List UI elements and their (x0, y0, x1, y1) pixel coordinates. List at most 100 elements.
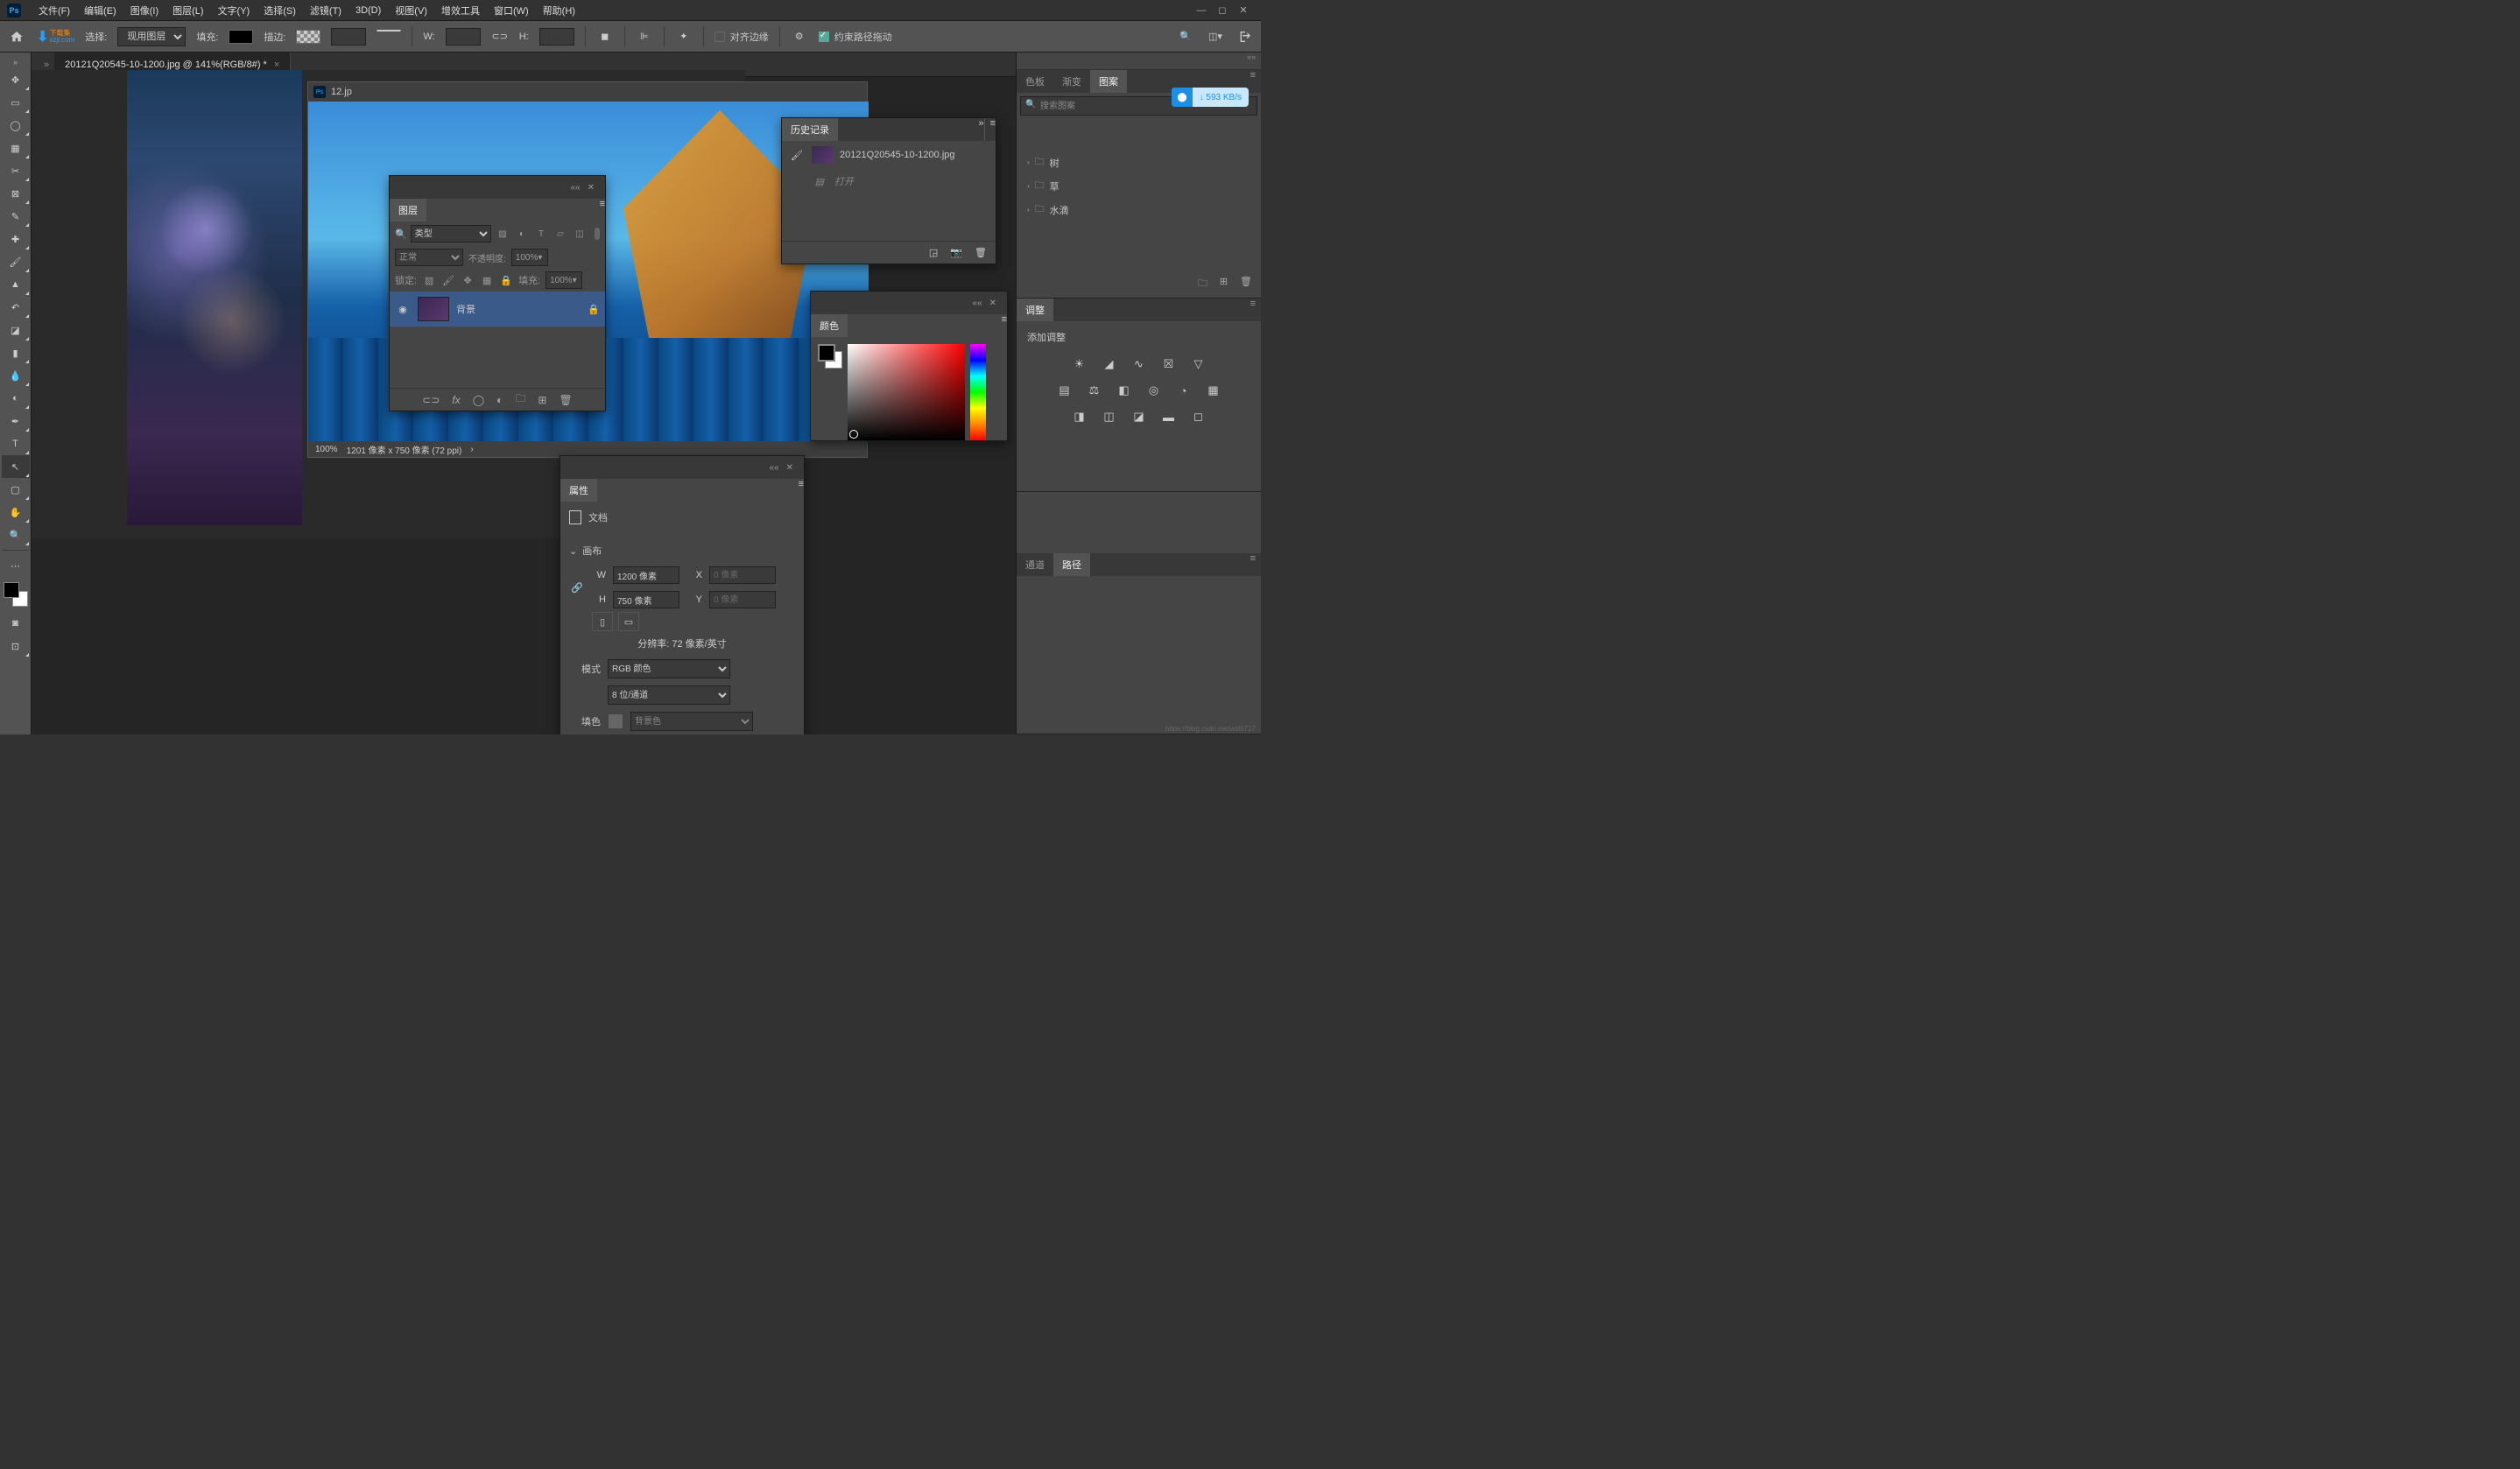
panel-menu-icon[interactable]: ≡ (799, 479, 804, 502)
layer-name[interactable]: 背景 (456, 302, 475, 316)
lock-all-icon[interactable]: 🔒 (499, 275, 513, 286)
invert-icon[interactable]: ◨ (1071, 409, 1088, 425)
swatches-tab[interactable]: 色板 (1017, 70, 1053, 93)
type-tool[interactable]: T (2, 432, 30, 455)
tree-folder[interactable]: ›🗀树 (1017, 151, 1261, 174)
workspace-icon[interactable]: ◫▾ (1207, 28, 1224, 46)
patterns-tab[interactable]: 图案 (1090, 70, 1127, 93)
canvas-y-field[interactable] (709, 591, 776, 608)
color-lookup-icon[interactable]: ▦ (1205, 383, 1222, 398)
stroke-style[interactable] (377, 30, 401, 44)
color-mode-dropdown[interactable]: RGB 颜色 (608, 659, 730, 678)
path-op-icon[interactable]: ◼ (596, 28, 614, 46)
snapshot-icon[interactable]: 📷 (950, 247, 962, 258)
fill-dropdown[interactable]: 背景色 (630, 712, 753, 731)
filter-pixel-icon[interactable]: ▨ (495, 226, 510, 242)
new-group-icon[interactable]: 🗀 (1198, 276, 1207, 292)
doc2-zoom[interactable]: 100% (315, 445, 338, 454)
share-icon[interactable] (1236, 28, 1254, 46)
stroke-width-field[interactable] (331, 28, 366, 46)
menu-view[interactable]: 视图(V) (388, 4, 434, 18)
layer-fill-field[interactable]: 100%▾ (546, 271, 582, 289)
menu-3d[interactable]: 3D(D) (348, 5, 388, 16)
properties-panel[interactable]: ««✕ 属性≡ 文档 ⌄画布 🔗 WX HY ▯▭ 分辨率: 72 像 (560, 455, 805, 734)
link-layers-icon[interactable]: ⊂⊃ (422, 394, 440, 406)
shape-tool[interactable]: ▢ (2, 478, 30, 501)
layer-filter-dropdown[interactable]: 类型 (411, 225, 491, 242)
lock-paint-icon[interactable]: 🖌 (441, 275, 455, 286)
brush-tool[interactable]: 🖌 (2, 250, 30, 273)
history-snapshot[interactable]: 🖌 20121Q20545-10-1200.jpg (782, 141, 996, 169)
paths-tab[interactable]: 路径 (1053, 553, 1090, 576)
color-panel-head[interactable]: ««✕ (811, 292, 1007, 314)
layers-panel[interactable]: «« ✕ 图层≡ 🔍 类型 ▨ ◐ T ▱ ◫ 正常 不透明度: 100%▾ 锁… (389, 175, 606, 411)
levels-icon[interactable]: ◢ (1101, 356, 1118, 372)
opacity-field[interactable]: 100%▾ (511, 249, 548, 266)
brightness-icon[interactable]: ☀ (1071, 356, 1088, 372)
collapse-icon[interactable]: «« (968, 299, 985, 308)
vibrance-icon[interactable]: ▽ (1190, 356, 1207, 372)
menu-help[interactable]: 帮助(H) (536, 4, 582, 18)
gradient-map-icon[interactable]: ▬ (1160, 409, 1178, 425)
arrange-icon[interactable]: ✦ (675, 28, 693, 46)
layer-lock-icon[interactable]: 🔒 (588, 304, 600, 315)
menu-window[interactable]: 窗口(W) (487, 4, 536, 18)
menu-layer[interactable]: 图层(L) (165, 4, 210, 18)
tab-close-icon[interactable]: × (274, 60, 279, 70)
group-icon[interactable]: 🗀 (515, 390, 525, 409)
fill-swatch[interactable] (608, 713, 623, 729)
new-pattern-icon[interactable]: ⊞ (1220, 276, 1228, 292)
eyedropper-tool[interactable]: ✎ (2, 205, 30, 228)
color-tab[interactable]: 颜色 (811, 314, 848, 337)
stamp-tool[interactable]: ▲ (2, 273, 30, 296)
menu-text[interactable]: 文字(Y) (211, 4, 257, 18)
lasso-tool[interactable]: ◯ (2, 114, 30, 137)
visibility-icon[interactable]: ◉ (395, 304, 411, 315)
threshold-icon[interactable]: ◪ (1130, 409, 1148, 425)
path-select-tool[interactable]: ↖ (2, 455, 30, 478)
toolbar-expand[interactable]: » (0, 56, 31, 68)
dodge-tool[interactable]: ◐ (2, 387, 30, 410)
adjustment-icon[interactable]: ◐ (496, 394, 503, 406)
color-balance-icon[interactable]: ⚖ (1086, 383, 1103, 398)
adjustments-tab[interactable]: 调整 (1017, 299, 1053, 321)
doc2-chevron-icon[interactable]: › (470, 445, 473, 454)
screenmode-tool[interactable]: ⊡ (2, 635, 30, 657)
filter-shape-icon[interactable]: ▱ (553, 226, 568, 242)
blend-mode-dropdown[interactable]: 正常 (395, 249, 463, 266)
curves-icon[interactable]: ∿ (1130, 356, 1148, 372)
canvas-width-field[interactable] (613, 566, 679, 584)
hand-tool[interactable]: ✋ (2, 501, 30, 524)
history-tab[interactable]: 历史记录 (782, 118, 838, 141)
layers-panel-head[interactable]: «« ✕ (390, 176, 605, 199)
collapse-icon[interactable]: «« (765, 463, 782, 473)
menu-plugins[interactable]: 增效工具 (434, 4, 487, 18)
history-state[interactable]: ▤ 打开 (782, 169, 996, 193)
constrain-checkbox[interactable]: 约束路径拖动 (819, 30, 892, 44)
history-brush-tool[interactable]: ↶ (2, 296, 30, 319)
panel-close-icon[interactable]: ✕ (584, 183, 598, 193)
saturation-value-picker[interactable] (848, 344, 965, 440)
move-tool[interactable]: ✥ (2, 68, 30, 91)
history-panel[interactable]: 历史记录»≡ 🖌 20121Q20545-10-1200.jpg ▤ 打开 ◲ … (781, 117, 996, 264)
bit-depth-dropdown[interactable]: 8 位/通道 (608, 685, 730, 705)
dock-collapse[interactable]: »» (1017, 53, 1261, 70)
w-field[interactable] (446, 28, 481, 46)
channels-tab[interactable]: 通道 (1017, 553, 1053, 576)
props-panel-head[interactable]: ««✕ (560, 456, 804, 479)
layers-tab[interactable]: 图层 (390, 199, 426, 221)
menu-filter[interactable]: 滤镜(T) (303, 4, 348, 18)
panel-close-icon[interactable]: ✕ (783, 463, 797, 473)
home-icon[interactable] (7, 27, 26, 46)
bw-icon[interactable]: ◧ (1116, 383, 1133, 398)
delete-pattern-icon[interactable]: 🗑 (1240, 276, 1252, 292)
new-doc-from-state-icon[interactable]: ◲ (929, 247, 938, 258)
filter-adjust-icon[interactable]: ◐ (514, 226, 530, 242)
color-panel[interactable]: ««✕ 颜色≡ (810, 291, 1008, 441)
panel-menu-icon[interactable]: ≡ (984, 118, 996, 141)
panel-menu-icon[interactable]: ≡ (1245, 553, 1261, 576)
select-layer-dropdown[interactable]: 现用图层 (117, 27, 186, 46)
menu-file[interactable]: 文件(F) (32, 4, 77, 18)
hue-slider[interactable] (970, 344, 986, 440)
panel-close-icon[interactable]: ✕ (986, 299, 1000, 308)
